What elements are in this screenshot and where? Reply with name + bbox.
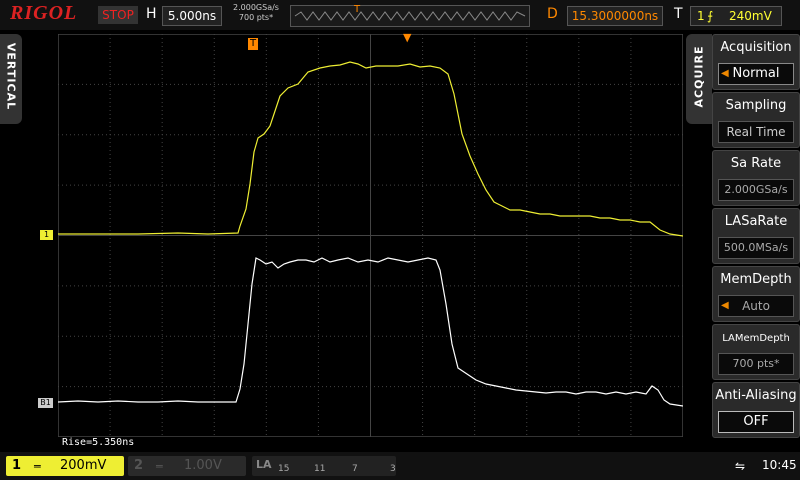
trigger-settings[interactable]: 1 ⨍ 240mV	[690, 6, 782, 26]
la-bit: 3	[390, 464, 396, 474]
graticule	[58, 34, 683, 437]
channel-1-offset-marker[interactable]: 1	[40, 230, 53, 240]
menu-item-title: MemDepth	[720, 272, 792, 287]
menu-item-title: Sa Rate	[730, 156, 782, 171]
rise-time-measurement: Rise=5.350ns	[62, 437, 135, 448]
menu-item-value: 500.0MSa/s	[718, 237, 794, 259]
sample-rate-value: 2.000GSa/s	[233, 3, 279, 12]
points-value: 700 pts*	[238, 13, 274, 22]
waveform-display[interactable]	[58, 34, 683, 437]
select-arrow-icon: ◀	[721, 300, 729, 311]
usb-icon: ⇋	[735, 459, 746, 473]
channel-2-status[interactable]: 2 ═ 1.00V	[128, 456, 246, 476]
vertical-tab[interactable]: VERTICAL	[0, 34, 22, 124]
rising-edge-icon: ⨍	[707, 9, 714, 23]
la-bit: 7	[352, 464, 358, 474]
system-clock: 10:45	[762, 458, 797, 472]
horizontal-delay[interactable]: 15.3000000ns	[567, 6, 663, 26]
menu-item-value: Real Time	[718, 121, 794, 143]
dc-coupling-icon: ═	[156, 460, 163, 473]
menu-item-anti-aliasing[interactable]: Anti-Aliasing OFF	[712, 382, 800, 438]
trigger-position-arrow-icon[interactable]: ▼	[403, 31, 411, 44]
menu-item-sampling[interactable]: Sampling Real Time	[712, 92, 800, 148]
menu-item-acquisition[interactable]: Acquisition ◀ Normal	[712, 34, 800, 90]
delay-label: D	[547, 6, 558, 22]
menu-item-la-sa-rate[interactable]: LASaRate 500.0MSa/s	[712, 208, 800, 264]
horizontal-label: H	[146, 6, 157, 22]
dc-coupling-icon: ═	[34, 460, 41, 473]
trigger-level: 240mV	[729, 9, 772, 23]
overview-trigger-icon: T	[354, 4, 361, 15]
menu-item-title: LASaRate	[724, 214, 788, 229]
menu-item-value: ◀ Auto	[718, 295, 794, 317]
channel-2-number: 2	[134, 458, 144, 473]
menu-item-mem-depth[interactable]: MemDepth ◀ Auto	[712, 266, 800, 322]
channel-1-scale: 200mV	[60, 458, 107, 473]
run-stop-status[interactable]: STOP	[98, 6, 138, 24]
la-label: LA	[256, 458, 272, 471]
logic-analyzer-status[interactable]: LA 15 11 7 3	[252, 456, 396, 476]
trigger-source: 1	[697, 9, 705, 23]
sample-rate-readout: 2.000GSa/s 700 pts*	[228, 3, 284, 23]
menu-item-value: OFF	[718, 411, 794, 433]
menu-item-value: 2.000GSa/s	[718, 179, 794, 201]
trigger-label: T	[674, 6, 683, 22]
acquire-tab[interactable]: ACQUIRE	[686, 34, 712, 124]
menu-item-la-mem-depth[interactable]: LAMemDepth 700 pts*	[712, 324, 800, 380]
la-bit: 15	[278, 464, 290, 474]
overview-waveform	[294, 11, 526, 21]
menu-item-value: 700 pts*	[718, 353, 794, 375]
menu-item-title: LAMemDepth	[722, 333, 790, 344]
menu-item-value: ◀ Normal	[718, 63, 794, 85]
select-arrow-icon: ◀	[721, 68, 729, 79]
channel-1-status[interactable]: 1 ═ 200mV	[6, 456, 124, 476]
memory-overview-bar[interactable]: T	[290, 4, 530, 27]
acquire-menu: Acquisition ◀ Normal Sampling Real Time S…	[712, 34, 800, 444]
bus-b1-offset-marker[interactable]: B1	[38, 398, 53, 408]
menu-item-title: Acquisition	[720, 40, 792, 55]
horizontal-timebase[interactable]: 5.000ns	[162, 6, 222, 26]
menu-item-title: Anti-Aliasing	[715, 388, 797, 403]
la-bit: 11	[314, 464, 326, 474]
menu-item-sa-rate[interactable]: Sa Rate 2.000GSa/s	[712, 150, 800, 206]
channel-2-scale: 1.00V	[184, 458, 222, 473]
trigger-time-marker-icon[interactable]: T	[248, 38, 258, 50]
vertical-tab-label: VERTICAL	[4, 42, 18, 111]
channel-1-number: 1	[12, 458, 22, 473]
menu-item-title: Sampling	[725, 98, 787, 113]
acquire-tab-label: ACQUIRE	[692, 45, 706, 108]
brand-logo: RIGOL	[10, 2, 78, 24]
